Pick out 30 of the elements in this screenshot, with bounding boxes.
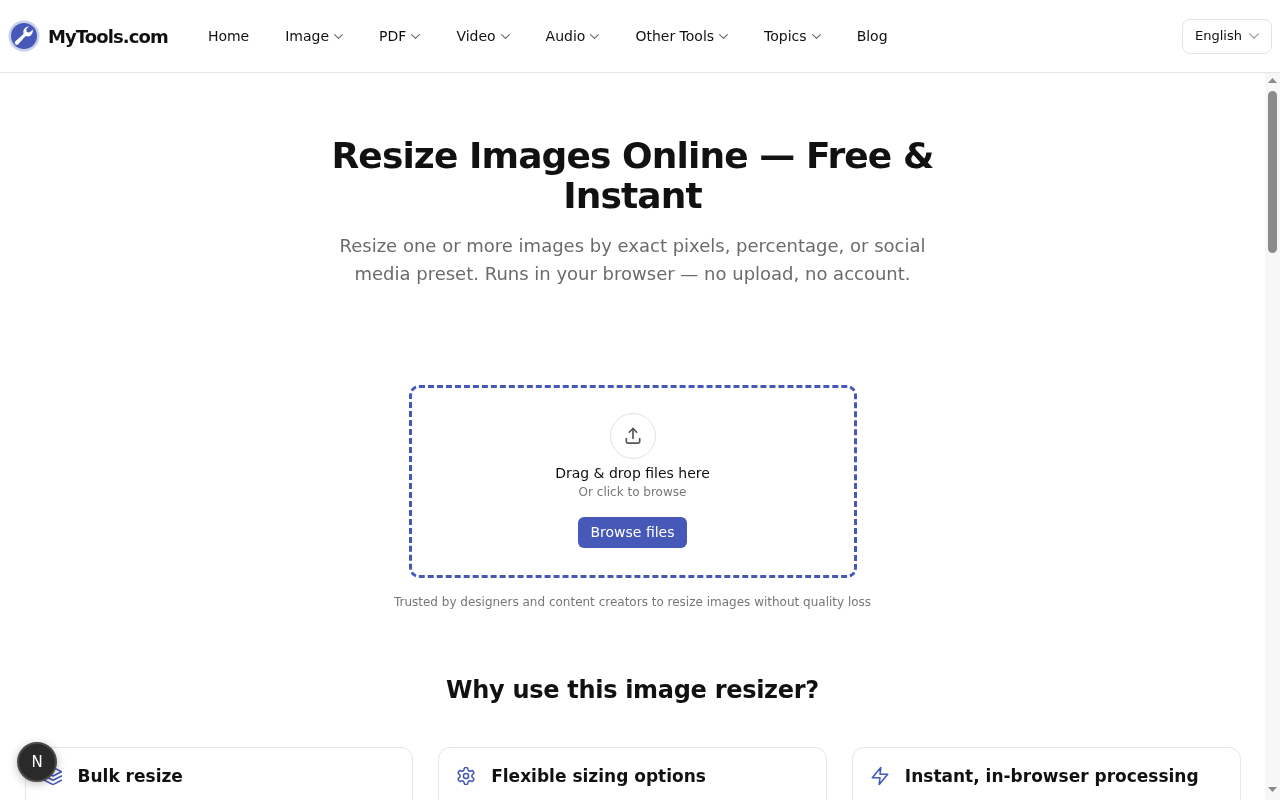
scroll-up-icon[interactable] [1268,78,1277,83]
nav-link[interactable]: Home [207,21,250,51]
site-logo-text[interactable]: MyTools.com [48,22,168,50]
drop-zone-hint: Or click to browse [578,484,687,500]
file-drop-zone[interactable]: Drag & drop files here Or click to browse Browse files [408,385,857,578]
scrollbar[interactable] [1265,73,1280,800]
trust-note: Trusted by designers and content creators to resize images without quality loss [392,594,873,611]
drop-zone-title: Drag & drop files here [555,464,710,483]
nav-dropdown-link[interactable]: Video [456,21,510,51]
nav-dropdown-link[interactable]: Audio [545,21,600,51]
nav-dropdown-link[interactable]: PDF [379,21,421,51]
dev-tools-badge[interactable]: N [17,742,57,782]
wrench-logo-icon[interactable] [8,20,40,52]
scrollbar-thumb[interactable] [1268,91,1277,253]
chevron-down-icon [1249,33,1259,39]
lightning-bolt-icon [870,767,889,785]
feature-title: Flexible sizing options [491,765,706,787]
nav-dropdown-link[interactable]: Topics [764,21,821,51]
nav-link[interactable]: Blog [856,21,888,51]
feature-title: Bulk resize [77,765,183,787]
settings-icon [457,767,476,785]
browse-files-button[interactable]: Browse files [578,517,687,548]
page-title: Resize Images Online — Free & Instant [330,136,935,216]
scroll-down-icon[interactable] [1268,787,1277,792]
feature-title: Instant, in-browser processing [904,765,1199,787]
language-select[interactable]: English [1182,18,1272,54]
page-subtitle: Resize one or more images by exact pixels, percentage, or social media preset. Runs in your browser — no upload, no account. [338,234,927,286]
nav-dropdown-link[interactable]: Image [285,21,344,51]
nav-dropdown-link[interactable]: Other Tools [635,21,729,51]
section-heading: Why use this image resizer? [445,675,820,706]
